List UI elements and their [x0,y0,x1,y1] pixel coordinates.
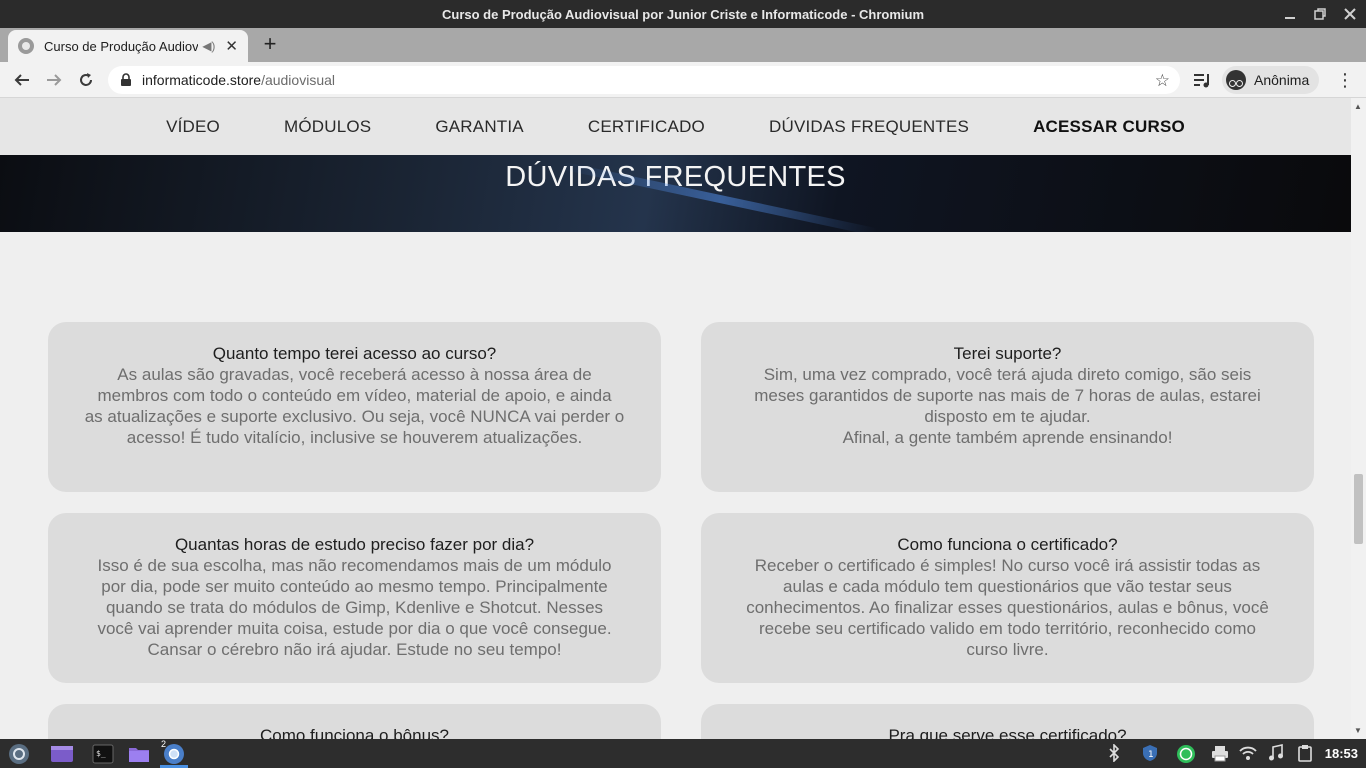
faq-question: Terei suporte? [953,344,1062,363]
faq-answer-line: as atualizações e suporte exclusivo. Ou … [84,407,625,426]
forward-icon[interactable] [42,68,66,92]
incognito-icon [1226,70,1246,90]
faq-hero-banner: DÚVIDAS FREQUENTES [0,155,1351,232]
faq-card: Como funciona o bônus? [48,704,661,739]
faq-answer-line: conhecimentos. Ao finalizar esses questi… [746,598,1269,617]
minimize-icon[interactable] [1282,6,1298,22]
nav-duvidas-frequentes[interactable]: DÚVIDAS FREQUENTES [769,117,969,137]
terminal-icon[interactable]: $_ [92,743,114,765]
nav-garantia[interactable]: GARANTIA [435,117,524,137]
system-clock[interactable]: 18:53 [1325,746,1358,761]
faq-answer-line: meses garantidos de suporte nas mais de … [754,386,1261,405]
address-bar[interactable]: informaticode.store/audiovisual ☆ [108,66,1180,94]
faq-card: Como funciona o certificado? Receber o c… [701,513,1314,683]
faq-answer-line: recebe seu certificado valido em todo te… [758,619,1257,638]
faq-answer-line: aulas e cada módulo tem questionários qu… [783,577,1232,596]
app-menu-icon[interactable] [8,743,30,765]
printer-icon[interactable] [1211,744,1229,762]
url-path: /audiovisual [261,72,335,88]
window-title: Curso de Produção Audiovisual por Junior… [441,6,925,22]
tab-strip: Curso de Produção Audiov ◀︎) ✕ + [0,28,1366,62]
reading-list-icon[interactable] [1192,70,1212,90]
file-manager-icon[interactable] [128,743,150,765]
whatsapp-icon[interactable] [1176,744,1195,763]
faq-answer-line: quando se trata do módulos de Gimp, Kden… [105,598,604,617]
faq-answer-line: Afinal, a gente também aprende ensinando… [842,428,1173,447]
scroll-down-icon[interactable]: ▼ [1354,726,1362,735]
faq-answer-line: As aulas são gravadas, você receberá ace… [117,365,592,384]
faq-question: Como funciona o bônus? [259,726,450,739]
faq-question: Como funciona o certificado? [897,535,1118,554]
tab-close-icon[interactable]: ✕ [225,37,238,55]
faq-answer-line: você vai aprender muita coisa, estude po… [97,619,612,638]
nav-certificado[interactable]: CERTIFICADO [588,117,705,137]
faq-answer-line: acesso! É tudo vitalício, inclusive se h… [126,428,583,447]
faq-question: Quanto tempo terei acesso ao curso? [212,344,497,363]
workspace-icon[interactable] [50,743,73,765]
security-shield-icon[interactable]: 1 [1141,744,1159,762]
faq-card: Pra que serve esse certificado? [701,704,1314,739]
incognito-profile-button[interactable]: Anônima [1222,66,1320,94]
browser-menu-icon[interactable]: ⋮ [1336,70,1354,90]
back-icon[interactable] [10,68,34,92]
faq-answer-line: Isso é de sua escolha, mas não recomenda… [97,556,612,575]
window-controls [1282,0,1358,28]
faq-question: Quantas horas de estudo preciso fazer po… [174,535,535,554]
page-viewport: VÍDEO MÓDULOS GARANTIA CERTIFICADO DÚVID… [0,98,1351,739]
faq-answer-line: Receber o certificado é simples! No curs… [754,556,1261,575]
faq-answer-line: por dia, pode ser muito conteúdo ao mesm… [101,577,608,596]
new-tab-button[interactable]: + [258,32,282,56]
chromium-window-count: 2 [161,739,167,749]
scroll-up-icon[interactable]: ▲ [1354,102,1362,111]
faq-card: Terei suporte? Sim, uma vez comprado, vo… [701,322,1314,492]
system-taskbar: $_ 2 1 18:53 [0,739,1366,768]
browser-toolbar: informaticode.store/audiovisual ☆ Anônim… [0,62,1366,98]
nav-video[interactable]: VÍDEO [166,117,220,137]
tab-title: Curso de Produção Audiov [44,38,199,54]
clipboard-icon[interactable] [1296,744,1314,762]
faq-card: Quantas horas de estudo preciso fazer po… [48,513,661,683]
window-titlebar: Curso de Produção Audiovisual por Junior… [0,0,1366,28]
profile-label: Anônima [1254,72,1310,88]
faq-answer-line: membros com todo o conteúdo em vídeo, ma… [97,386,612,405]
section-title: DÚVIDAS FREQUENTES [505,161,846,193]
url-host: informaticode.store [142,72,262,88]
bluetooth-icon[interactable] [1105,743,1123,763]
nav-modulos[interactable]: MÓDULOS [284,117,371,137]
faq-answer-line: Sim, uma vez comprado, você terá ajuda d… [763,365,1252,384]
svg-text:1: 1 [1148,750,1154,760]
restore-icon[interactable] [1312,6,1328,22]
bookmark-star-icon[interactable]: ☆ [1155,71,1170,91]
faq-answer-line: disposto em te ajudar. [924,407,1091,426]
lock-icon[interactable] [120,73,134,87]
nav-acessar-curso[interactable]: ACESSAR CURSO [1033,117,1185,137]
faq-answer-line: Cansar o cérebro não irá ajudar. Estude … [147,640,562,659]
site-navigation: VÍDEO MÓDULOS GARANTIA CERTIFICADO DÚVID… [0,98,1351,155]
faq-card: Quanto tempo terei acesso ao curso? As a… [48,322,661,492]
chromium-icon[interactable] [163,743,185,765]
tab-audio-icon[interactable]: ◀︎) [202,39,215,53]
faq-answer-line: curso livre. [966,640,1049,659]
tab-favicon-icon [18,38,34,54]
faq-question: Pra que serve esse certificado? [888,726,1127,739]
scrollbar-thumb[interactable] [1354,474,1363,544]
browser-tab[interactable]: Curso de Produção Audiov ◀︎) ✕ [8,30,248,62]
music-note-icon[interactable] [1267,744,1285,762]
reload-icon[interactable] [74,68,98,92]
svg-text:$_: $_ [96,749,106,758]
page-scrollbar[interactable]: ▲ ▼ [1351,98,1366,739]
close-window-icon[interactable] [1342,6,1358,22]
wifi-icon[interactable] [1239,744,1257,762]
